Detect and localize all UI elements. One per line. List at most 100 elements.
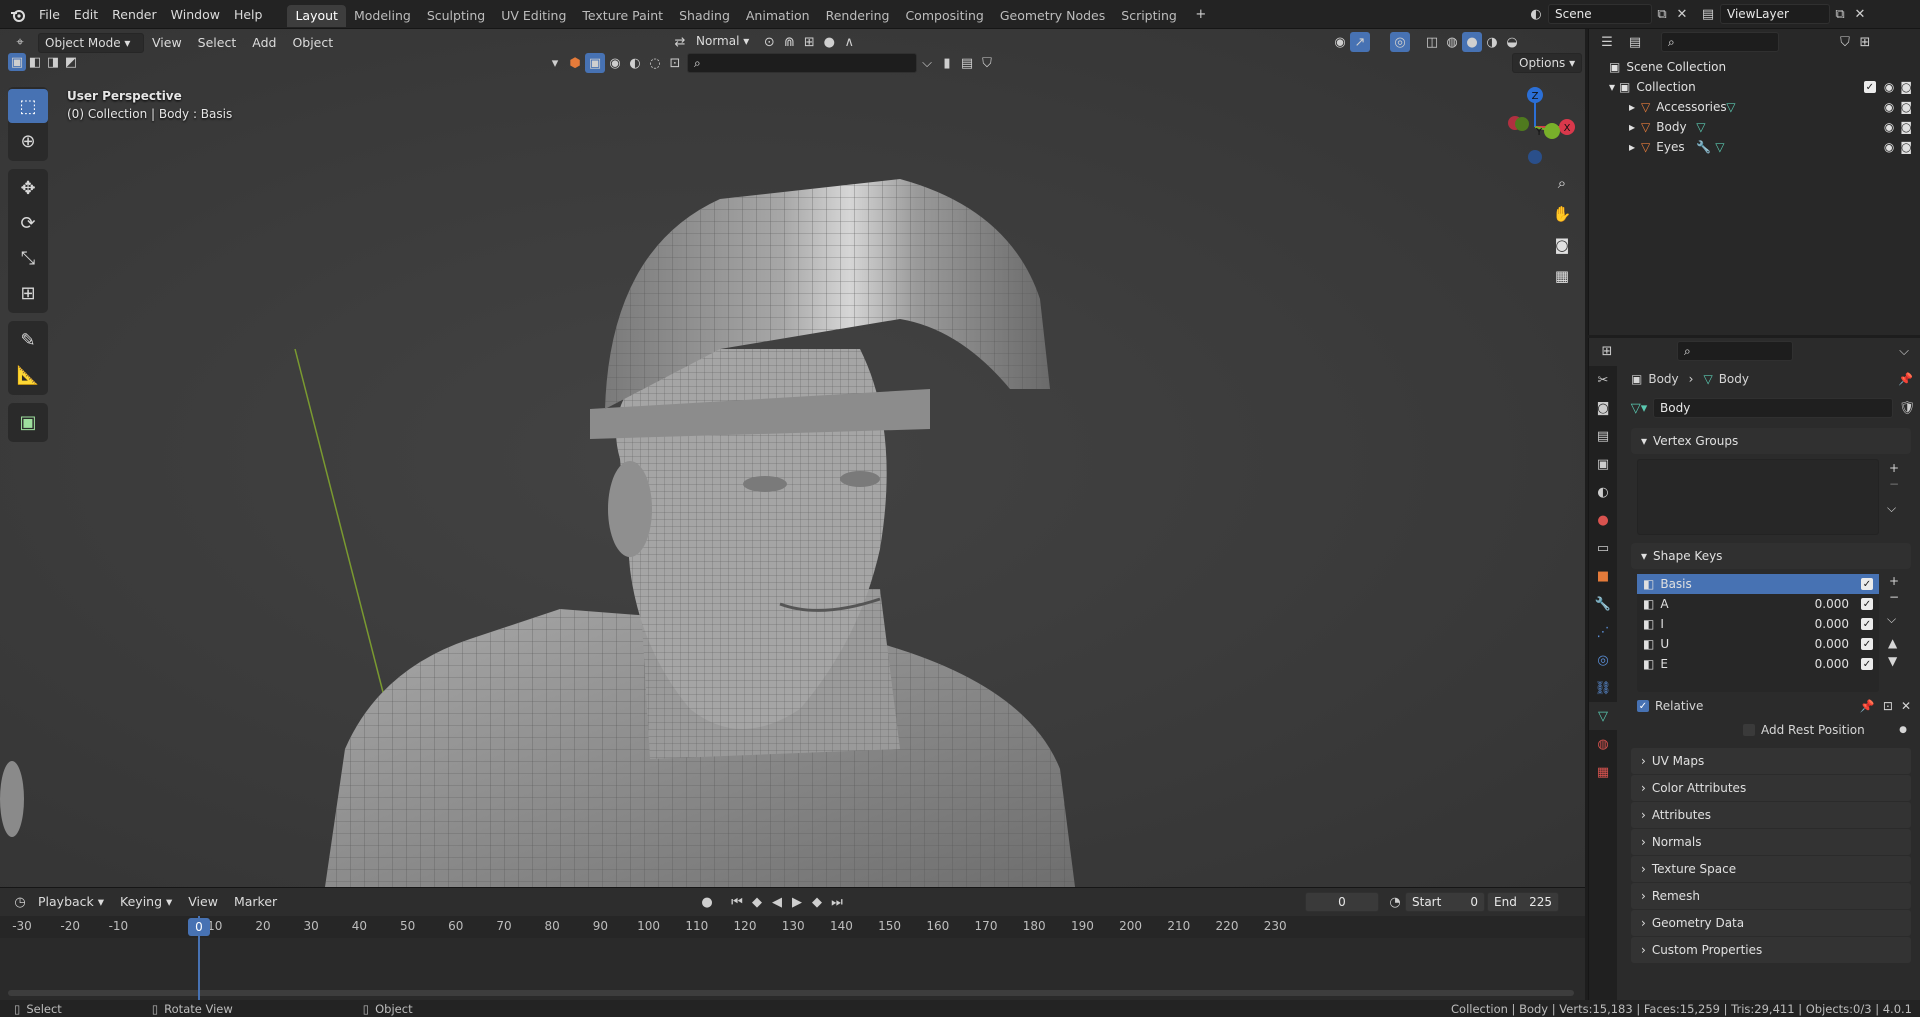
shape-key-row[interactable]: ◧ Basis ✓ (1637, 574, 1879, 594)
tab-shading[interactable]: Shading (671, 5, 738, 27)
transform-tool-icon[interactable]: ⊞ (8, 276, 48, 310)
properties-search-input[interactable]: ⌕ (1677, 341, 1793, 361)
panel-color-attributes[interactable]: › Color Attributes (1631, 775, 1911, 801)
zoom-icon[interactable]: ⌕ (1548, 169, 1576, 197)
outliner-scene-collection[interactable]: ▣ Scene Collection (1609, 57, 1920, 77)
timeline-menu-view[interactable]: View (180, 891, 226, 913)
panel-attributes[interactable]: › Attributes (1631, 802, 1911, 828)
timeline-menu-keying[interactable]: Keying ▾ (112, 891, 180, 913)
properties-options-icon[interactable]: ⌵ (1894, 341, 1914, 361)
new-scene-icon[interactable]: ⧉ (1652, 4, 1672, 24)
shape-keys-list[interactable]: ◧ Basis ✓ ◧ A 0.000 ✓ ◧ I 0.000 ✓ ◧ U 0.… (1637, 574, 1879, 692)
move-up-icon[interactable]: ▲ (1888, 636, 1897, 650)
timeline-menu-playback[interactable]: Playback ▾ (30, 891, 112, 913)
tab-geometry-nodes[interactable]: Geometry Nodes (992, 5, 1113, 27)
timeline-ruler[interactable]: -30-20-100102030405060708090100110120130… (0, 916, 1585, 938)
expand-arrow-icon[interactable]: ▸ (1629, 100, 1635, 114)
shape-key-mute-checkbox[interactable]: ✓ (1861, 638, 1873, 650)
panel-normals[interactable]: › Normals (1631, 829, 1911, 855)
timeline-menu-marker[interactable]: Marker (226, 891, 285, 913)
output-tab-icon[interactable]: ▤ (1589, 422, 1617, 450)
texture-tab-icon[interactable]: ▦ (1589, 758, 1617, 786)
tab-compositing[interactable]: Compositing (897, 5, 991, 27)
shape-key-mute-checkbox[interactable]: ✓ (1861, 598, 1873, 610)
shape-key-mute-checkbox[interactable]: ✓ (1861, 658, 1873, 670)
camera-render-icon[interactable]: ◙ (1900, 140, 1912, 154)
outliner-item-eyes[interactable]: ▸ ▽ Eyes 🔧 ▽ ◉ ◙ (1609, 137, 1920, 157)
shape-key-mute-checkbox[interactable]: ✓ (1861, 618, 1873, 630)
keyframe-dot-icon[interactable]: ● (1899, 725, 1907, 735)
object-tab-icon[interactable]: ■ (1589, 562, 1617, 590)
shape-key-row[interactable]: ◧ E 0.000 ✓ (1637, 654, 1879, 674)
camera-view-icon[interactable]: ◙ (1548, 231, 1576, 259)
relative-checkbox[interactable]: ✓ (1637, 700, 1649, 712)
expand-arrow-icon[interactable]: ▸ (1629, 140, 1635, 154)
cursor-tool-icon[interactable]: ⊕ (8, 124, 48, 158)
blender-logo-icon[interactable] (8, 5, 28, 25)
move-tool-icon[interactable]: ✥ (8, 171, 48, 205)
eye-icon[interactable]: ◉ (1884, 80, 1894, 94)
properties-editor-type-icon[interactable]: ⊞ (1597, 341, 1617, 361)
outliner-filter-icon[interactable]: ⛉ (1835, 32, 1855, 52)
panel-remesh[interactable]: › Remesh (1631, 883, 1911, 909)
add-rest-position-checkbox[interactable] (1743, 724, 1755, 736)
timeline-track[interactable] (0, 938, 1585, 1001)
ortho-grid-icon[interactable]: ▦ (1548, 262, 1576, 290)
outliner-collection[interactable]: ▾ ▣ Collection ✓ ◉ ◙ (1609, 77, 1920, 97)
exclude-checkbox[interactable]: ✓ (1863, 81, 1876, 93)
timeline-editor-type-icon[interactable]: ◷ (10, 892, 30, 912)
add-workspace-icon[interactable]: + (1191, 5, 1211, 25)
menu-file[interactable]: File (32, 0, 67, 29)
jump-start-icon[interactable]: ⏮ (727, 892, 747, 912)
tab-uv-editing[interactable]: UV Editing (493, 5, 574, 27)
shape-key-row[interactable]: ◧ A 0.000 ✓ (1637, 594, 1879, 614)
world-tab-icon[interactable]: ● (1589, 506, 1617, 534)
eye-icon[interactable]: ◉ (1884, 100, 1894, 114)
mesh-data-icon[interactable]: ▽ (1696, 120, 1705, 134)
shape-keys-panel-header[interactable]: ▾ Shape Keys (1631, 543, 1911, 569)
panel-texture-space[interactable]: › Texture Space (1631, 856, 1911, 882)
tab-rendering[interactable]: Rendering (818, 5, 898, 27)
select-box-tool-icon[interactable]: ⬚ (8, 89, 48, 123)
shape-key-mute-checkbox[interactable]: ✓ (1861, 578, 1873, 590)
render-tab-icon[interactable]: ◙ (1589, 394, 1617, 422)
mesh-browse-icon[interactable]: ▽▾ (1629, 398, 1649, 418)
expand-arrow-icon[interactable]: ▸ (1629, 120, 1635, 134)
measure-tool-icon[interactable]: 📐 (8, 358, 48, 392)
menu-help[interactable]: Help (227, 0, 270, 29)
data-tab-icon[interactable]: ▽ (1589, 702, 1617, 730)
camera-render-icon[interactable]: ◙ (1900, 80, 1912, 94)
new-view-layer-icon[interactable]: ⧉ (1830, 4, 1850, 24)
playhead-frame-badge[interactable]: 0 (188, 918, 210, 936)
panel-geometry-data[interactable]: › Geometry Data (1631, 910, 1911, 936)
record-icon[interactable]: ● (697, 892, 717, 912)
collection-tab-icon[interactable]: ▭ (1589, 534, 1617, 562)
end-frame-field[interactable]: End 225 (1487, 892, 1559, 912)
3d-viewport[interactable]: ⌖ Object Mode ▾ View Select Add Object ⇄… (0, 29, 1585, 887)
scene-icon[interactable]: ◐ (1526, 4, 1546, 24)
pin-shape-key-icon[interactable]: 📌 (1860, 699, 1875, 713)
move-down-icon[interactable]: ▼ (1888, 654, 1897, 668)
particles-tab-icon[interactable]: ⋰ (1589, 618, 1617, 646)
mesh-name-field[interactable]: Body (1653, 398, 1893, 418)
add-cube-tool-icon[interactable]: ▣ (8, 405, 48, 439)
tab-scripting[interactable]: Scripting (1113, 5, 1185, 27)
shape-key-menu-icon[interactable]: ⌵ (1887, 612, 1896, 627)
view-layer-tab-icon[interactable]: ▣ (1589, 450, 1617, 478)
mesh-data-icon[interactable]: ▽ (1726, 100, 1735, 114)
menu-window[interactable]: Window (164, 0, 227, 29)
clear-weights-icon[interactable]: ✕ (1901, 699, 1911, 713)
scale-tool-icon[interactable]: ⤡ (8, 241, 48, 275)
shape-key-row[interactable]: ◧ U 0.000 ✓ (1637, 634, 1879, 654)
tab-sculpting[interactable]: Sculpting (419, 5, 493, 27)
modifier-tab-icon[interactable]: 🔧 (1589, 590, 1617, 618)
modifier-icon[interactable]: 🔧 (1696, 140, 1711, 154)
prev-keyframe-icon[interactable]: ◆ (747, 892, 767, 912)
material-tab-icon[interactable]: ◍ (1589, 730, 1617, 758)
view-layer-icon[interactable]: ▤ (1698, 4, 1718, 24)
new-collection-icon[interactable]: ⊞ (1855, 32, 1875, 52)
rotate-tool-icon[interactable]: ⟳ (8, 206, 48, 240)
expand-arrow-icon[interactable]: ▾ (1609, 80, 1615, 94)
delete-view-layer-icon[interactable]: ✕ (1850, 4, 1870, 24)
menu-edit[interactable]: Edit (67, 0, 105, 29)
